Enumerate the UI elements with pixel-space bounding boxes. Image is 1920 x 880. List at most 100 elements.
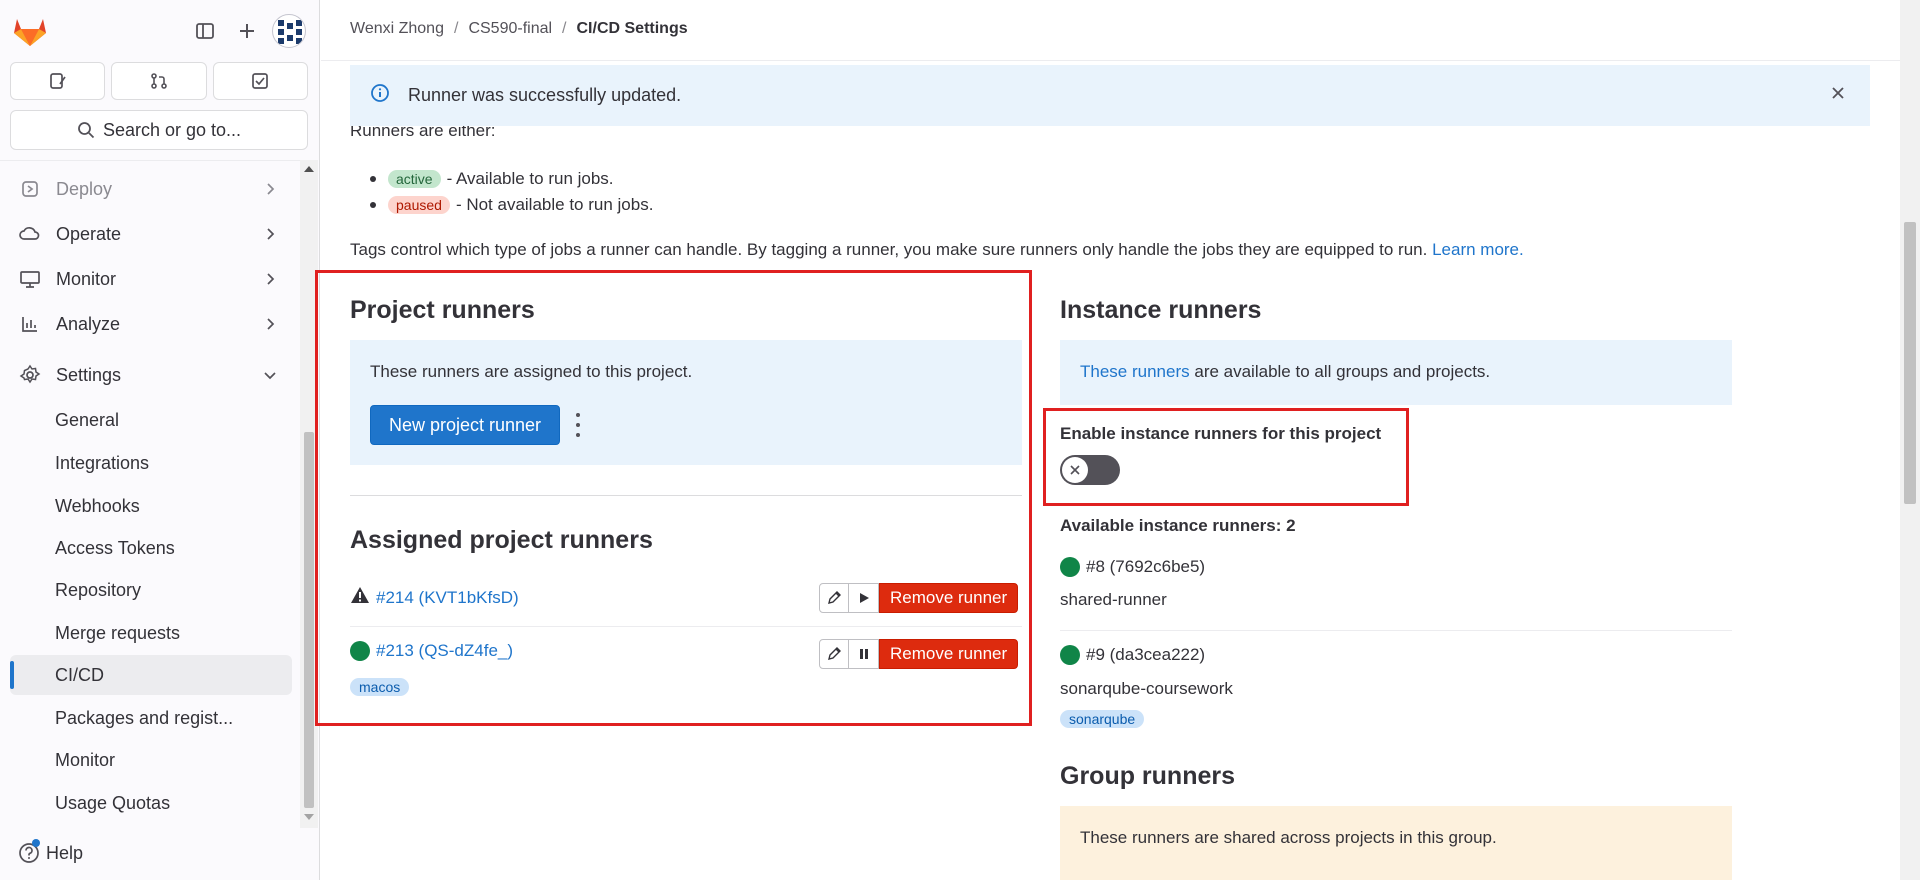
merge-requests-button[interactable] [111, 62, 207, 100]
play-icon [859, 593, 869, 603]
scroll-down-arrow-icon[interactable] [304, 814, 314, 820]
runner-tag: sonarqube [1060, 710, 1145, 728]
plus-icon[interactable] [234, 18, 260, 44]
sidebar-item-general[interactable]: General [10, 400, 292, 440]
sidebar-item-analyze[interactable]: Analyze [10, 304, 294, 344]
edit-runner-button[interactable] [819, 639, 849, 669]
sidebar-item-merge-requests[interactable]: Merge requests [10, 613, 292, 653]
section-divider [350, 495, 1022, 496]
gitlab-logo-icon[interactable] [12, 14, 48, 48]
instance-runners-info: These runners are available to all group… [1080, 362, 1490, 382]
close-icon[interactable] [1828, 83, 1848, 108]
project-runner-row: #213 (QS-dZ4fe_) [350, 641, 513, 661]
page-scroll-thumb[interactable] [1904, 222, 1916, 504]
gear-icon [18, 364, 42, 386]
monitor-icon [18, 269, 42, 289]
remove-runner-button[interactable]: Remove runner [879, 639, 1019, 669]
main-content: Wenxi Zhong / CS590-final / CI/CD Settin… [315, 0, 1900, 880]
online-status-icon [1060, 557, 1080, 577]
sidebar-item-label: Analyze [56, 313, 121, 334]
group-runners-info-box: These runners are shared across projects… [1060, 806, 1732, 880]
scroll-up-arrow-icon[interactable] [304, 166, 314, 172]
group-runners-title: Group runners [1060, 762, 1236, 790]
available-runners-count: Available instance runners: 2 [1060, 516, 1296, 535]
runner-status-list: active - Available to run jobs. paused -… [370, 166, 653, 218]
sidebar-item-operate[interactable]: Operate [10, 214, 294, 254]
row-divider [350, 626, 1022, 627]
issues-button[interactable] [10, 62, 106, 100]
page-scrollbar[interactable] [1900, 0, 1920, 880]
project-runners-title: Project runners [350, 296, 535, 324]
breadcrumb-separator: / [453, 20, 459, 37]
runner-tag: macos [350, 678, 410, 696]
chevron-right-icon [264, 224, 278, 249]
remove-runner-button[interactable]: Remove runner [879, 583, 1019, 613]
sidebar: Search or go to... Deploy Operate Monito… [0, 0, 320, 880]
sidebar-item-settings-monitor[interactable]: Monitor [10, 740, 292, 780]
runner-link[interactable]: #214 (KVT1bKfsD) [376, 588, 519, 608]
search-button[interactable]: Search or go to... [10, 110, 308, 150]
resume-runner-button[interactable] [849, 583, 879, 613]
edit-runner-button[interactable] [819, 583, 849, 613]
bullet-text: - Not available to run jobs. [455, 195, 654, 214]
help-button[interactable]: Help [18, 839, 83, 864]
sidebar-item-monitor[interactable]: Monitor [10, 259, 294, 299]
sidebar-item-settings[interactable]: Settings [10, 355, 294, 395]
chevron-right-icon [264, 179, 278, 204]
row-divider [1060, 630, 1732, 631]
group-runners-info: These runners are shared across projects… [1080, 828, 1497, 847]
avatar[interactable] [272, 14, 306, 48]
sidebar-scroll-thumb[interactable] [304, 432, 314, 808]
runner-description: shared-runner [1060, 590, 1167, 609]
breadcrumb-current[interactable]: CI/CD Settings [577, 20, 688, 38]
rocket-icon [18, 179, 42, 199]
sidebar-item-webhooks[interactable]: Webhooks [10, 486, 292, 526]
sidebar-item-access-tokens[interactable]: Access Tokens [10, 528, 292, 568]
runner-name: #9 (da3cea222) [1086, 645, 1206, 664]
active-badge: active [388, 170, 441, 188]
runner-actions: Remove runner [819, 583, 1019, 613]
bullet-text: - Available to run jobs. [446, 169, 614, 188]
notification-dot [32, 839, 40, 847]
bullet-dot [370, 176, 376, 182]
pause-runner-button[interactable] [849, 639, 879, 669]
sidebar-header [0, 0, 320, 62]
sidebar-item-integrations[interactable]: Integrations [10, 443, 292, 483]
alert-text: Runner was successfully updated. [408, 85, 682, 105]
new-project-runner-button[interactable]: New project runner [370, 405, 560, 445]
sidebar-item-repository[interactable]: Repository [10, 570, 292, 610]
runner-description: sonarqube-coursework [1060, 679, 1233, 698]
chevron-right-icon [264, 269, 278, 294]
breadcrumb-separator: / [562, 20, 567, 37]
sidebar-toggle-icon[interactable] [192, 18, 218, 44]
instance-runners-title: Instance runners [1060, 296, 1262, 324]
sidebar-item-label: Operate [56, 223, 122, 244]
breadcrumb-user[interactable]: Wenxi Zhong [350, 20, 444, 38]
tags-text: Tags control which type of jobs a runner… [350, 240, 1428, 259]
paused-badge: paused [388, 196, 450, 214]
runner-link[interactable]: #213 (QS-dZ4fe_) [376, 641, 513, 661]
breadcrumb-project[interactable]: CS590-final [468, 20, 552, 38]
cloud-gear-icon [18, 224, 42, 244]
sidebar-item-packages[interactable]: Packages and regist... [10, 698, 292, 738]
sidebar-item-label: Monitor [56, 268, 117, 289]
sidebar-quick-actions [10, 62, 308, 100]
close-icon [1062, 457, 1088, 483]
more-actions-icon[interactable] [575, 413, 581, 437]
sidebar-item-deploy[interactable]: Deploy [10, 169, 294, 209]
todo-button[interactable] [212, 62, 308, 100]
these-runners-link[interactable]: These runners [1080, 362, 1190, 381]
learn-more-link[interactable]: Learn more. [1432, 240, 1524, 259]
sidebar-nav: Deploy Operate Monitor Analyze Settings … [0, 160, 300, 828]
sidebar-item-usage-quotas[interactable]: Usage Quotas [10, 783, 292, 823]
header-divider [321, 60, 1900, 61]
warning-icon [350, 585, 370, 610]
sidebar-item-cicd[interactable]: CI/CD [10, 655, 292, 695]
instance-runners-toggle[interactable] [1060, 455, 1120, 485]
sidebar-item-label: Settings [56, 364, 122, 385]
pause-icon [859, 649, 868, 659]
search-icon [78, 122, 95, 139]
search-label: Search or go to... [102, 119, 242, 140]
assigned-runners-title: Assigned project runners [350, 526, 653, 554]
info-icon [370, 83, 390, 108]
